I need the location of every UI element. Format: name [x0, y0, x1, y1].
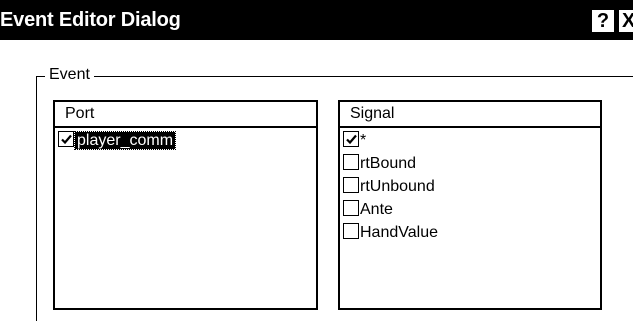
signal-column-header[interactable]: Signal: [340, 102, 600, 128]
signal-list[interactable]: Signal * rtBound rtUnbound Ante HandValu…: [338, 100, 602, 310]
title-bar[interactable]: Event Editor Dialog ? X: [0, 0, 633, 40]
port-item-label: player_comm: [73, 131, 177, 150]
signal-item-label: rtBound: [360, 155, 417, 172]
signal-item-checkbox[interactable]: [343, 154, 359, 170]
signal-list-body: * rtBound rtUnbound Ante HandValue: [340, 130, 600, 308]
signal-item-rtbound[interactable]: rtBound: [340, 153, 600, 176]
window-title: Event Editor Dialog: [0, 9, 181, 31]
signal-item-checkbox[interactable]: [343, 177, 359, 193]
port-item-checkbox[interactable]: [58, 131, 74, 147]
signal-item-label: rtUnbound: [360, 178, 435, 195]
signal-item-label: HandValue: [360, 224, 438, 241]
checkmark-icon: [61, 134, 72, 145]
signal-item-all[interactable]: *: [340, 130, 600, 153]
close-icon: X: [622, 10, 633, 32]
port-list[interactable]: Port player_comm: [53, 100, 318, 310]
port-list-body: player_comm: [55, 130, 316, 308]
signal-item-rtunbound[interactable]: rtUnbound: [340, 176, 600, 199]
signal-item-ante[interactable]: Ante: [340, 199, 600, 222]
question-icon: ?: [596, 10, 610, 32]
signal-item-handvalue[interactable]: HandValue: [340, 222, 600, 245]
close-button[interactable]: X: [618, 9, 633, 33]
signal-item-checkbox[interactable]: [343, 223, 359, 239]
event-group-label: Event: [45, 65, 94, 85]
signal-item-checkbox[interactable]: [343, 200, 359, 216]
signal-item-label: *: [360, 132, 367, 149]
port-item-player-comm[interactable]: player_comm: [55, 130, 316, 153]
signal-item-checkbox[interactable]: [343, 131, 359, 147]
help-button[interactable]: ?: [591, 9, 615, 33]
signal-item-label: Ante: [360, 201, 393, 218]
checkmark-icon: [346, 134, 357, 145]
event-editor-dialog: Event Editor Dialog ? X Event Port playe…: [0, 0, 633, 321]
port-column-header[interactable]: Port: [55, 102, 316, 128]
